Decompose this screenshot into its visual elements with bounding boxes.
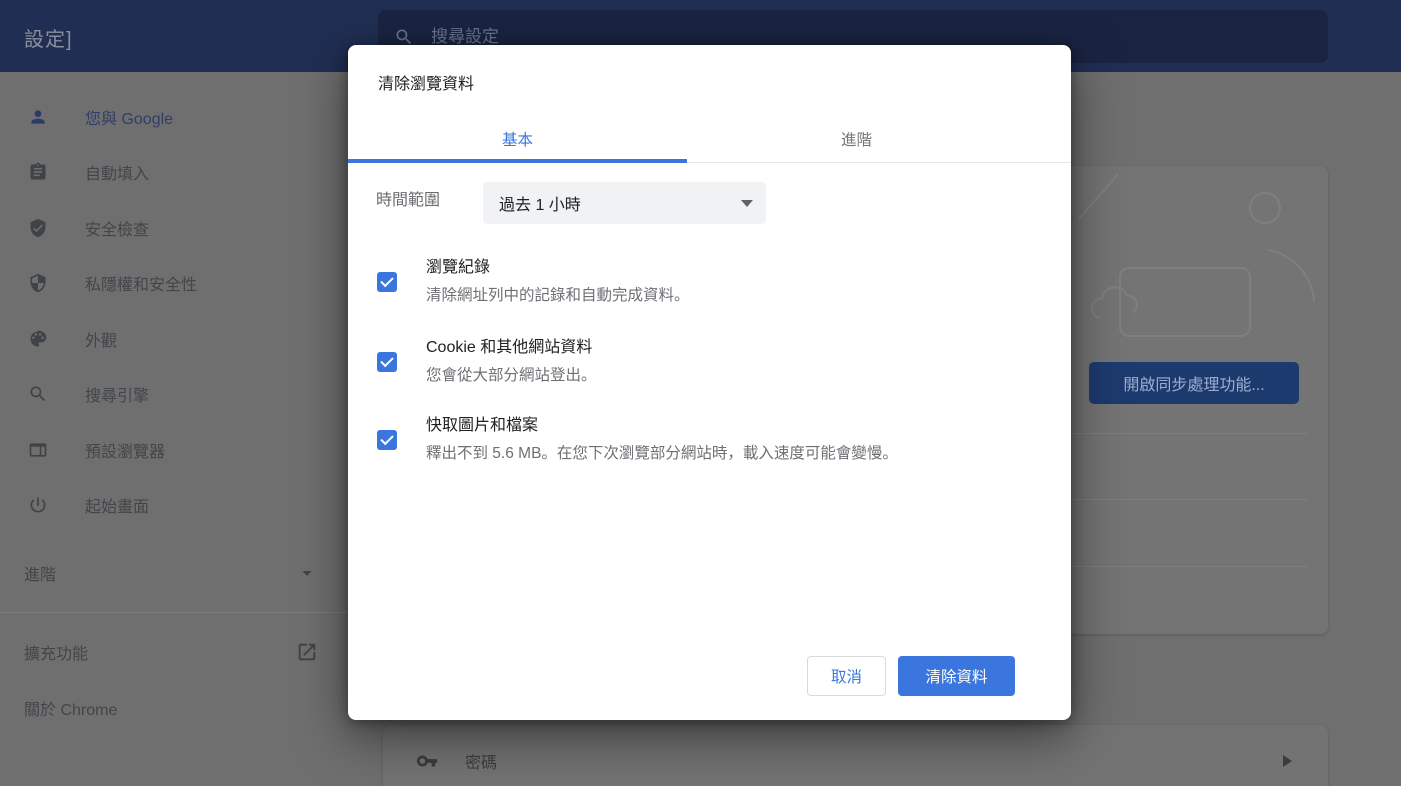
cookies-checkbox[interactable] bbox=[377, 352, 397, 372]
dialog-title: 清除瀏覽資料 bbox=[378, 76, 475, 93]
cancel-button[interactable]: 取消 bbox=[807, 656, 886, 696]
browsing-history-checkbox[interactable] bbox=[377, 272, 397, 292]
tab-label: 基本 bbox=[501, 131, 533, 149]
dropdown-caret-icon bbox=[741, 199, 753, 207]
checkbox-label: Cookie 和其他網站資料 bbox=[426, 339, 593, 356]
tab-label: 進階 bbox=[840, 131, 872, 149]
cached-images-checkbox[interactable] bbox=[377, 430, 397, 450]
browsing-history-row[interactable]: 瀏覽紀錄 清除網址列中的記錄和自動完成資料。 bbox=[377, 254, 926, 310]
cached-images-row[interactable]: 快取圖片和檔案 釋出不到 5.6 MB。在您下次瀏覽部分網站時，載入速度可能會變… bbox=[377, 412, 926, 468]
time-range-value: 過去 1 小時 bbox=[499, 197, 581, 214]
checkbox-description: 您會從大部分網站登出。 bbox=[426, 367, 597, 384]
checkbox-label: 瀏覽紀錄 bbox=[426, 259, 491, 276]
checkbox-description: 釋出不到 5.6 MB。在您下次瀏覽部分網站時，載入速度可能會變慢。 bbox=[426, 445, 898, 462]
dialog-tabs: 基本 進階 bbox=[348, 115, 1071, 163]
clear-data-button[interactable]: 清除資料 bbox=[898, 656, 1015, 696]
tab-advanced[interactable]: 進階 bbox=[687, 115, 1026, 162]
checkbox-description: 清除網址列中的記錄和自動完成資料。 bbox=[426, 287, 690, 304]
tab-basic[interactable]: 基本 bbox=[348, 115, 687, 163]
clear-browsing-data-dialog: 清除瀏覽資料 基本 進階 時間範圍 過去 1 小時 瀏覽紀錄 清除網址列中的記錄… bbox=[348, 45, 1071, 720]
cookies-row[interactable]: Cookie 和其他網站資料 您會從大部分網站登出。 bbox=[377, 334, 926, 390]
time-range-label: 時間範圍 bbox=[376, 192, 441, 209]
checkbox-label: 快取圖片和檔案 bbox=[426, 417, 539, 434]
chrome-settings-page: 設定] 您與 Google 自動填入 安全檢查 bbox=[0, 0, 1401, 786]
time-range-select[interactable]: 過去 1 小時 bbox=[483, 182, 766, 224]
